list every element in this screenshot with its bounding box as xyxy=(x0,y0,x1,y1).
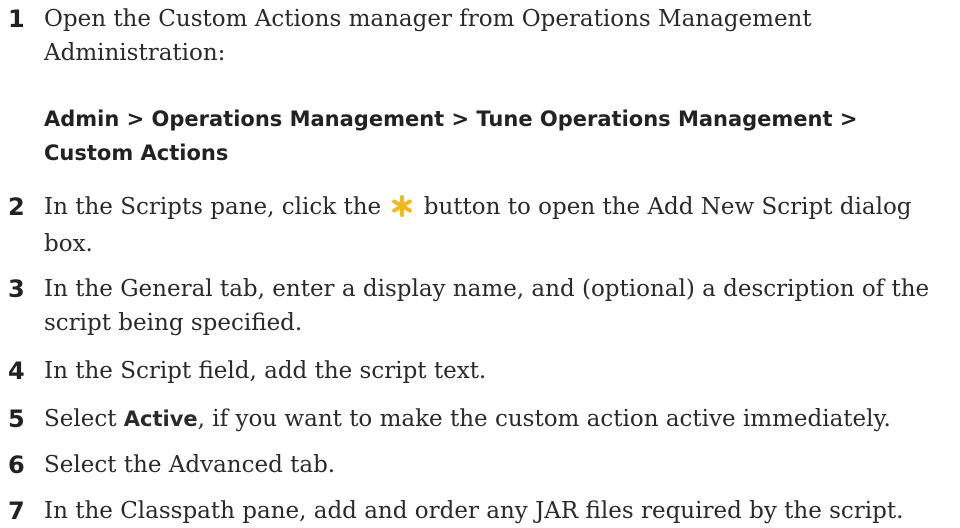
navigation-path-line-1: Admin > Operations Management > Tune Ope… xyxy=(44,107,858,131)
active-option-label: Active xyxy=(123,407,198,431)
step-text: In the Scripts pane, click the button to… xyxy=(44,190,944,261)
new-asterisk-icon xyxy=(391,193,413,227)
navigation-path: Admin > Operations Management > Tune Ope… xyxy=(44,102,944,170)
step-text: Select Active, if you want to make the c… xyxy=(44,402,944,436)
step-number: 7 xyxy=(8,497,25,525)
step-number: 4 xyxy=(8,357,25,385)
step-text: Select the Advanced tab. xyxy=(44,452,336,478)
step-text: In the Script field, add the script text… xyxy=(44,358,487,384)
step-number: 6 xyxy=(8,451,25,479)
step-text-after: , if you want to make the custom action … xyxy=(197,406,891,432)
step-text-before: In the Scripts pane, click the xyxy=(44,194,382,220)
step-number: 3 xyxy=(8,275,25,303)
step-text: Open the Custom Actions manager from Ope… xyxy=(44,6,812,66)
step-number: 5 xyxy=(8,405,25,433)
step-text: In the General tab, enter a display name… xyxy=(44,276,930,336)
step-number: 2 xyxy=(8,193,25,221)
step-text-before: Select xyxy=(44,406,117,432)
navigation-path-line-2: Custom Actions xyxy=(44,141,229,165)
document-page: 1 Open the Custom Actions manager from O… xyxy=(0,0,960,528)
step-number: 1 xyxy=(8,5,25,33)
step-text: In the Classpath pane, add and order any… xyxy=(44,498,904,524)
